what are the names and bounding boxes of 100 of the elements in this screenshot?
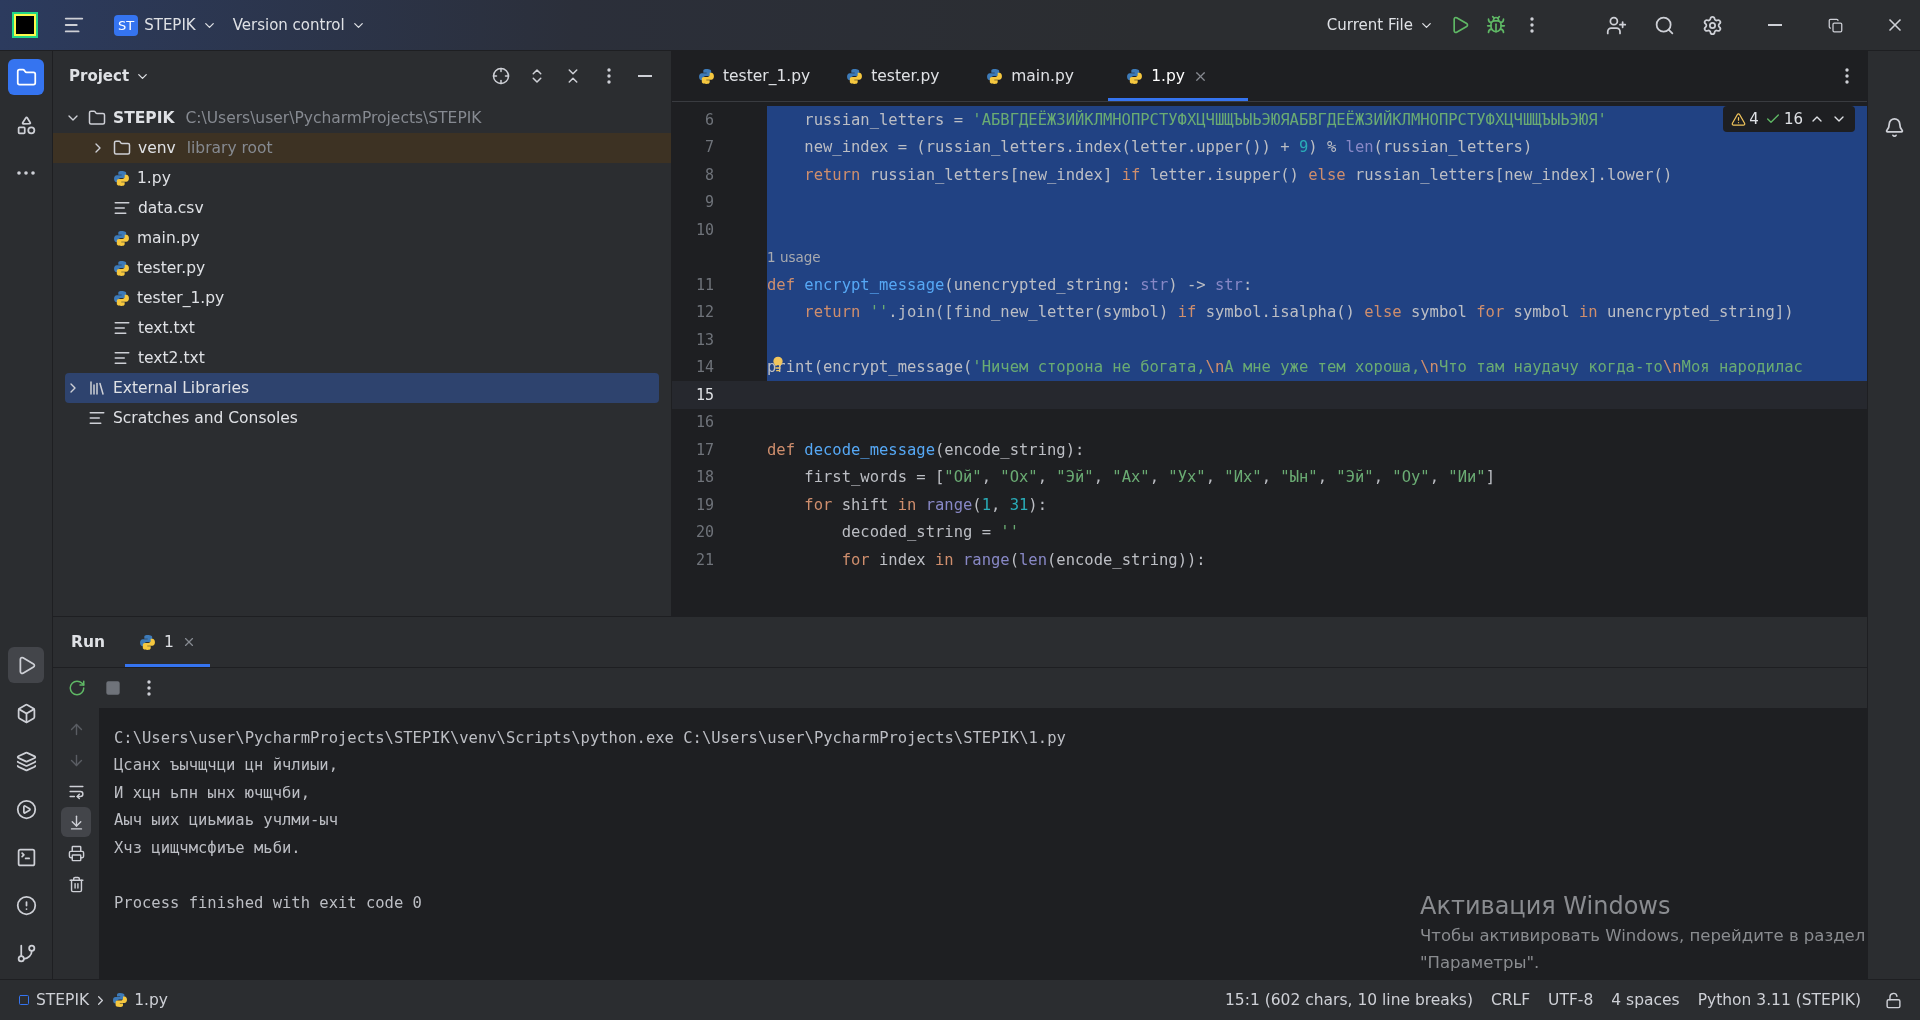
- python-file-icon: [113, 169, 130, 187]
- command-line: C:\Users\user\PycharmProjects\STEPIK\venv\Scripts\python.exe C:\Users\user\PycharmProjects\STEPIK\1.py: [114, 727, 1066, 749]
- folder-icon: [113, 139, 131, 157]
- line-number: 12: [694, 302, 715, 324]
- terminal-icon: [15, 846, 37, 868]
- run-tab[interactable]: 1: [125, 617, 210, 667]
- run-button[interactable]: [8, 647, 44, 683]
- line-number: 7: [703, 137, 715, 159]
- python-file-icon: [1126, 67, 1144, 85]
- user-plus-icon: [1605, 14, 1627, 36]
- settings-icon: [1701, 14, 1723, 36]
- scroll-to-end-button[interactable]: [61, 807, 91, 837]
- more-icon: [607, 68, 611, 84]
- structure-icon: [15, 114, 37, 136]
- status-item[interactable]: UTF-8: [1539, 989, 1603, 1011]
- run-icon: [1450, 15, 1470, 35]
- line-number: 21: [694, 549, 715, 571]
- line-number: 16: [694, 412, 715, 434]
- minimize-icon: [1768, 24, 1782, 26]
- print-icon: [67, 844, 85, 862]
- crosshair-icon: [492, 67, 510, 85]
- usage-hint[interactable]: 1 usage: [767, 243, 1867, 271]
- tree-item[interactable]: data.csv: [65, 193, 659, 223]
- project-view-selector[interactable]: Project: [65, 63, 155, 89]
- inspection-widget[interactable]: 4 16: [1723, 106, 1855, 132]
- editor-tab[interactable]: main.py: [968, 51, 1109, 101]
- line-number: 15: [672, 381, 767, 409]
- editor-tab[interactable]: 1.py: [1108, 51, 1249, 101]
- scratches-icon: [88, 409, 106, 427]
- folder-icon: [88, 109, 106, 127]
- line-number: 8: [703, 164, 715, 186]
- more-icon: [1530, 17, 1534, 33]
- folder-button[interactable]: [8, 59, 44, 95]
- more-icon: [1845, 68, 1849, 84]
- tree-item[interactable]: tester.py: [65, 253, 659, 283]
- editor-tab[interactable]: tester_1.py: [680, 51, 829, 101]
- python-file-icon: [846, 67, 864, 85]
- output-line: Аыч ыих циьмиаь учлми-ыч: [114, 810, 338, 832]
- code-line: def decode_message(encode_string):: [767, 439, 1086, 461]
- output-line: И хцн ьпн ынх ючщчби,: [114, 782, 310, 804]
- status-item[interactable]: 4 spaces: [1602, 989, 1689, 1011]
- tree-item[interactable]: text2.txt: [65, 343, 659, 373]
- line-number: 6: [703, 109, 715, 131]
- run-configuration[interactable]: Current File: [1318, 10, 1442, 40]
- code-line: decoded_string = '': [840, 522, 1020, 544]
- problems-icon: [15, 894, 37, 916]
- python-file-icon: [986, 67, 1004, 85]
- tree-item[interactable]: Scratches and Consoles: [65, 403, 659, 433]
- stop-icon: [105, 680, 121, 696]
- git-branch-icon: [15, 942, 37, 964]
- line-number: 14: [694, 357, 715, 379]
- project-badge: ST: [114, 14, 139, 36]
- editor-tab[interactable]: tester.py: [828, 51, 969, 101]
- tree-item[interactable]: tester_1.py: [65, 283, 659, 313]
- tree-item[interactable]: main.py: [65, 223, 659, 253]
- vcs-menu[interactable]: Version control: [224, 10, 374, 40]
- status-item[interactable]: 15:1 (602 chars, 10 line breaks): [1215, 989, 1482, 1011]
- tree-item[interactable]: External Libraries: [65, 373, 659, 403]
- warning-count: 4: [1749, 110, 1759, 128]
- line-number: 17: [694, 439, 715, 461]
- line-number: 19: [694, 494, 715, 516]
- bell-icon: [1883, 116, 1905, 138]
- tree-item[interactable]: text.txt: [65, 313, 659, 343]
- more-icon: [147, 680, 151, 696]
- folder-icon: [15, 66, 37, 88]
- line-number: 18: [694, 467, 715, 489]
- activation-text: "Параметры".: [1420, 952, 1541, 975]
- tree-item[interactable]: venv library root: [53, 133, 671, 163]
- bug-icon: [1486, 15, 1506, 35]
- tree-item[interactable]: STEPIK C:\Users\user\PycharmProjects\STEPIK: [65, 103, 659, 133]
- status-item[interactable]: CRLF: [1481, 989, 1540, 1011]
- python-console-icon: [15, 702, 37, 724]
- line-number: 10: [694, 219, 715, 241]
- trash-icon: [67, 875, 85, 893]
- rerun-icon: [68, 679, 86, 697]
- breadcrumb[interactable]: 1.py: [108, 989, 172, 1011]
- path-hint: C:\Users\user\PycharmProjects\STEPIK: [185, 109, 482, 127]
- tree-item[interactable]: 1.py: [65, 163, 659, 193]
- code-line: for index in range(len(encode_string)):: [840, 549, 1207, 571]
- code-line: for shift in range(1, 31):: [803, 494, 1049, 516]
- services-icon: [15, 798, 37, 820]
- python-file-icon: [113, 259, 130, 277]
- python-file-icon: [113, 289, 130, 307]
- line-number: 13: [694, 329, 715, 351]
- restore-icon: [1827, 17, 1843, 33]
- breadcrumb[interactable]: STEPIK: [14, 989, 94, 1011]
- search-icon: [1653, 14, 1675, 36]
- project-switcher[interactable]: ST STEPIK: [106, 8, 225, 42]
- library-icon: [88, 379, 106, 397]
- app-logo-icon: [12, 12, 38, 38]
- output-line: Хчз цищчмсфиъе мьби.: [114, 837, 301, 859]
- python-file-icon: [113, 229, 130, 247]
- text-file-icon: [113, 349, 131, 367]
- status-item[interactable]: Python 3.11 (STEPIK): [1688, 989, 1870, 1011]
- panel-title: Run: [70, 632, 106, 653]
- text-file-icon: [113, 319, 131, 337]
- unlock-icon: [1884, 991, 1902, 1009]
- output-line: Цсанх ъычщчци цн йчлиыи,: [114, 755, 338, 777]
- module-icon: [18, 994, 30, 1006]
- text-file-icon: [113, 199, 131, 217]
